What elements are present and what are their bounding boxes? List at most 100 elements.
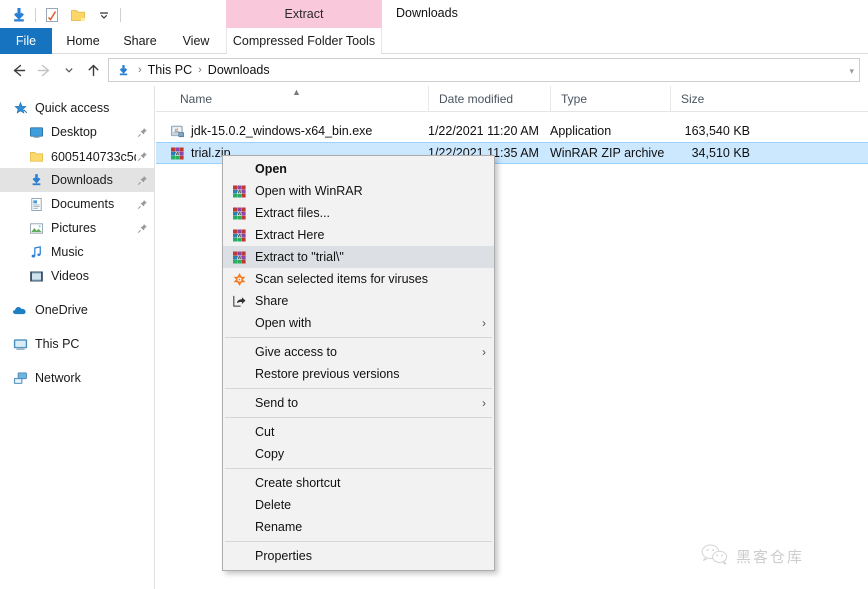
column-header-date-modified[interactable]: Date modified bbox=[428, 86, 550, 112]
sidebar-item-documents[interactable]: Documents bbox=[0, 192, 154, 216]
pictures-icon bbox=[26, 220, 46, 236]
sidebar-label: Videos bbox=[51, 269, 89, 283]
folder-app-icon[interactable] bbox=[6, 2, 32, 28]
menu-item-icon-placeholder bbox=[223, 445, 255, 463]
menu-item-icon-placeholder bbox=[223, 394, 255, 412]
menu-item-extract-files[interactable]: W Extract files... bbox=[223, 202, 494, 224]
computer-icon bbox=[10, 336, 30, 352]
documents-icon bbox=[26, 196, 46, 212]
svg-text:W: W bbox=[237, 189, 242, 194]
menu-item-label: Delete bbox=[255, 498, 292, 512]
properties-icon[interactable] bbox=[39, 2, 65, 28]
sidebar-item-music[interactable]: Music bbox=[0, 240, 154, 264]
quick-access-toolbar bbox=[6, 2, 124, 28]
column-header-type[interactable]: Type bbox=[550, 86, 670, 112]
contextual-tab-group-extract[interactable]: Extract bbox=[226, 0, 382, 28]
address-breadcrumb-field[interactable]: › This PC › Downloads ▾ bbox=[108, 58, 860, 82]
menu-item-label: Restore previous versions bbox=[255, 367, 400, 381]
pin-icon[interactable] bbox=[136, 222, 148, 234]
file-explorer-window: Extract Downloads File Home Share View C… bbox=[0, 0, 868, 589]
sidebar-item-network[interactable]: Network bbox=[0, 366, 154, 390]
sidebar-item-pictures[interactable]: Pictures bbox=[0, 216, 154, 240]
sidebar-item-downloads[interactable]: Downloads bbox=[0, 168, 154, 192]
column-header-row: ▲ Name Date modified Type Size bbox=[156, 86, 868, 112]
winrar-archive-icon: W bbox=[170, 146, 185, 161]
menu-item-share[interactable]: Share bbox=[223, 290, 494, 312]
sidebar-item-quick-access[interactable]: Quick access bbox=[0, 96, 154, 120]
folder-icon bbox=[26, 148, 46, 164]
tab-file[interactable]: File bbox=[0, 28, 52, 54]
forward-button[interactable] bbox=[33, 59, 55, 81]
address-dropdown-chevron-icon[interactable]: ▾ bbox=[849, 66, 854, 77]
submenu-chevron-icon: › bbox=[482, 396, 486, 410]
breadcrumb-root-icon[interactable] bbox=[113, 63, 134, 78]
menu-item-restore-previous-versions[interactable]: Restore previous versions bbox=[223, 363, 494, 385]
menu-item-copy[interactable]: Copy bbox=[223, 443, 494, 465]
sidebar-label: Pictures bbox=[51, 221, 97, 235]
pin-icon[interactable] bbox=[136, 150, 148, 162]
file-name-cell: jdk-15.0.2_windows-x64_bin.exe bbox=[170, 124, 428, 139]
nav-spacer-3 bbox=[0, 356, 154, 366]
network-icon bbox=[10, 370, 30, 386]
star-pin-icon bbox=[10, 100, 30, 116]
pin-icon[interactable] bbox=[136, 198, 148, 210]
menu-item-properties[interactable]: Properties bbox=[223, 545, 494, 567]
up-button[interactable] bbox=[82, 59, 104, 81]
menu-item-label: Extract Here bbox=[255, 228, 325, 242]
qat-separator-1 bbox=[35, 8, 36, 22]
ribbon-tab-strip: File Home Share View Compressed Folder T… bbox=[0, 28, 868, 54]
menu-item-open-with[interactable]: Open with › bbox=[223, 312, 494, 334]
breadcrumb-downloads[interactable]: Downloads bbox=[206, 63, 272, 77]
menu-separator bbox=[225, 468, 492, 469]
sidebar-label: Desktop bbox=[51, 125, 97, 139]
menu-item-create-shortcut[interactable]: Create shortcut bbox=[223, 472, 494, 494]
menu-item-delete[interactable]: Delete bbox=[223, 494, 494, 516]
menu-item-give-access-to[interactable]: Give access to › bbox=[223, 341, 494, 363]
sidebar-item-this-pc[interactable]: This PC bbox=[0, 332, 154, 356]
sidebar-item-videos[interactable]: Videos bbox=[0, 264, 154, 288]
tab-share[interactable]: Share bbox=[112, 28, 168, 54]
breadcrumb-this-pc[interactable]: This PC bbox=[146, 63, 194, 77]
column-header-size[interactable]: Size bbox=[670, 86, 750, 112]
menu-item-open-with-winrar[interactable]: W Open with WinRAR bbox=[223, 180, 494, 202]
menu-item-icon-placeholder bbox=[223, 547, 255, 565]
menu-item-send-to[interactable]: Send to › bbox=[223, 392, 494, 414]
menu-item-label: Properties bbox=[255, 549, 312, 563]
menu-item-cut[interactable]: Cut bbox=[223, 421, 494, 443]
menu-item-rename[interactable]: Rename bbox=[223, 516, 494, 538]
file-size-cell: 34,510 KB bbox=[691, 146, 750, 160]
menu-item-icon-placeholder bbox=[223, 423, 255, 441]
menu-item-label: Copy bbox=[255, 447, 285, 461]
file-size-cell: 163,540 KB bbox=[684, 124, 750, 138]
recent-locations-chevron-icon[interactable] bbox=[58, 59, 80, 81]
pin-icon[interactable] bbox=[136, 174, 148, 186]
tab-view[interactable]: View bbox=[170, 28, 222, 54]
menu-item-extract-to-folder[interactable]: W Extract to "trial\" bbox=[223, 246, 494, 268]
tab-home[interactable]: Home bbox=[56, 28, 110, 54]
pin-icon[interactable] bbox=[136, 126, 148, 138]
menu-item-label: Create shortcut bbox=[255, 476, 341, 490]
sidebar-item-desktop[interactable]: Desktop bbox=[0, 120, 154, 144]
table-row[interactable]: jdk-15.0.2_windows-x64_bin.exe 1/22/2021… bbox=[156, 120, 868, 142]
breadcrumb-separator-2: › bbox=[198, 64, 202, 76]
customize-chevron-icon[interactable] bbox=[91, 2, 117, 28]
menu-item-open[interactable]: Open bbox=[223, 158, 494, 180]
new-folder-icon[interactable] bbox=[65, 2, 91, 28]
back-button[interactable] bbox=[7, 59, 29, 81]
tab-compressed-folder-tools[interactable]: Compressed Folder Tools bbox=[226, 28, 382, 54]
sidebar-item-onedrive[interactable]: OneDrive bbox=[0, 298, 154, 322]
submenu-chevron-icon: › bbox=[482, 316, 486, 330]
winrar-icon: W bbox=[223, 182, 255, 200]
menu-item-scan-for-viruses[interactable]: Scan selected items for viruses bbox=[223, 268, 494, 290]
address-bar: › This PC › Downloads ▾ bbox=[0, 55, 868, 85]
title-bar: Extract Downloads bbox=[0, 0, 868, 30]
menu-item-icon-placeholder bbox=[223, 518, 255, 536]
window-title: Downloads bbox=[396, 6, 458, 20]
menu-item-icon-placeholder bbox=[223, 474, 255, 492]
sidebar-item-folder[interactable]: 6005140733c5d4։ bbox=[0, 144, 154, 168]
menu-item-extract-here[interactable]: W Extract Here bbox=[223, 224, 494, 246]
column-header-name[interactable]: Name bbox=[170, 86, 428, 112]
menu-item-label: Give access to bbox=[255, 345, 337, 359]
menu-item-label: Share bbox=[255, 294, 289, 308]
menu-separator bbox=[225, 337, 492, 338]
